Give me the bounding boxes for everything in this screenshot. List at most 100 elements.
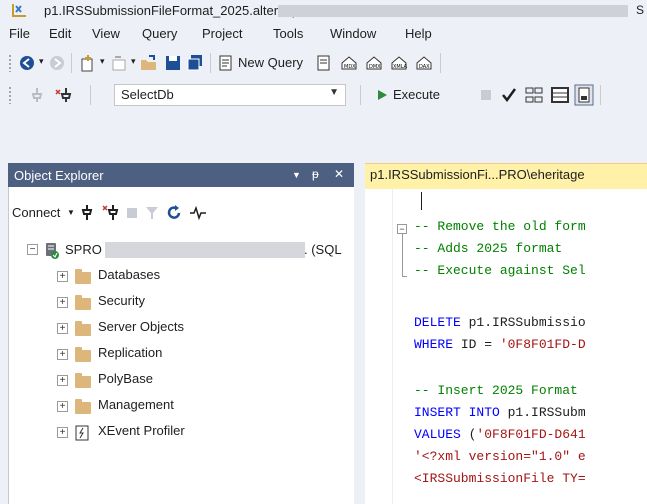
pin-icon[interactable]: ᵽ — [312, 167, 319, 181]
server-name-prefix: SPRO — [65, 242, 102, 257]
code-line: -- Adds 2025 format — [414, 241, 563, 256]
collapse-icon[interactable]: − — [27, 244, 38, 255]
display-estimated-plan-icon[interactable] — [524, 85, 544, 105]
results-to-grid-icon[interactable] — [550, 85, 570, 105]
object-explorer-title: Object Explorer — [14, 168, 104, 183]
add-item-dropdown-icon[interactable]: ▾ — [131, 56, 136, 67]
new-project-icon[interactable] — [78, 53, 98, 73]
back-dropdown-icon[interactable]: ▾ — [39, 56, 44, 67]
code-line: -- Remove the old form — [414, 219, 586, 234]
chevron-down-icon: ▼ — [329, 87, 339, 98]
code-line: INSERT INTO p1.IRSSubm — [414, 405, 586, 420]
connect-plug-icon[interactable] — [80, 204, 94, 222]
svg-text:XMLA: XMLA — [393, 64, 408, 70]
tree-node-label: Replication — [98, 345, 163, 360]
expand-icon[interactable]: + — [57, 375, 68, 386]
outline-guide-end — [402, 276, 407, 277]
toolbar-grip[interactable] — [8, 54, 12, 72]
execute-icon[interactable] — [376, 89, 388, 101]
outline-collapse-icon[interactable]: − — [397, 224, 407, 234]
open-file-icon[interactable] — [139, 53, 159, 73]
menu-tools[interactable]: Tools — [273, 26, 303, 41]
tree-node-server-objects[interactable]: + Server Objects — [8, 317, 354, 343]
mdx-query-icon[interactable]: MDX — [339, 53, 359, 73]
redacted-server-name — [105, 242, 305, 258]
folder-icon — [75, 373, 91, 388]
connect-icon-disabled[interactable] — [28, 86, 46, 104]
menu-edit[interactable]: Edit — [49, 26, 71, 41]
editor-tab-title: p1.IRSSubmissionFi...PRO\eheritage — [370, 167, 585, 182]
window-position-dropdown-icon[interactable]: ▼ — [292, 170, 301, 180]
code-line: <IRSSubmissionFile TY= — [414, 471, 586, 486]
text-caret — [421, 192, 422, 210]
change-connection-icon[interactable] — [54, 86, 74, 104]
tree-node-security[interactable]: + Security — [8, 291, 354, 317]
save-all-icon[interactable] — [185, 53, 205, 73]
available-databases-select[interactable]: SelectDb ▼ — [114, 84, 346, 106]
code-line: '<?xml version="1.0" e — [414, 449, 586, 464]
tree-node-label: Databases — [98, 267, 161, 282]
dax-query-icon[interactable]: DAX — [414, 53, 434, 73]
xevent-profiler-icon — [75, 425, 89, 441]
disconnect-icon[interactable] — [102, 204, 120, 222]
folder-icon — [75, 295, 91, 310]
connect-button[interactable]: Connect — [12, 205, 60, 220]
tree-node-server[interactable]: − SPRO . (SQL — [8, 239, 354, 265]
execute-button[interactable]: Execute — [393, 87, 440, 102]
expand-icon[interactable]: + — [57, 271, 68, 282]
refresh-icon[interactable] — [166, 204, 182, 222]
folder-icon — [75, 399, 91, 414]
new-project-dropdown-icon[interactable]: ▾ — [100, 56, 105, 67]
expand-icon[interactable]: + — [57, 427, 68, 438]
database-engine-query-icon[interactable] — [314, 53, 334, 73]
menu-project[interactable]: Project — [202, 26, 242, 41]
stop-icon-disabled[interactable] — [126, 207, 138, 219]
code-line: VALUES ('0F8F01FD-D641 — [414, 427, 586, 442]
close-icon[interactable]: ✕ — [334, 167, 344, 181]
tree-node-label: Security — [98, 293, 145, 308]
dmx-query-icon[interactable]: DMX — [364, 53, 384, 73]
object-explorer-header: Object Explorer ▼ ᵽ ✕ — [8, 163, 354, 187]
tree-node-management[interactable]: + Management — [8, 395, 354, 421]
connect-dropdown-icon[interactable]: ▼ — [67, 208, 75, 217]
tree-node-label: Management — [98, 397, 174, 412]
tree-node-label: PolyBase — [98, 371, 153, 386]
object-explorer-toolbar: Connect ▼ — [8, 200, 354, 226]
toolbar-separator — [90, 85, 91, 105]
editor-tab-active[interactable]: p1.IRSSubmissionFi...PRO\eheritage — [365, 163, 647, 185]
back-icon[interactable] — [18, 54, 36, 72]
parse-checkmark-icon[interactable] — [500, 86, 518, 104]
toolbar-grip[interactable] — [8, 86, 12, 104]
toolbar-separator — [600, 85, 601, 105]
activity-monitor-icon[interactable] — [189, 205, 207, 221]
menu-help[interactable]: Help — [405, 26, 432, 41]
server-name-suffix: . (SQL — [304, 242, 342, 257]
results-to-text-icon[interactable] — [574, 84, 594, 106]
toolbar-separator — [440, 53, 441, 73]
filter-icon-disabled[interactable] — [145, 205, 159, 221]
menu-file[interactable]: File — [9, 26, 30, 41]
xmla-query-icon[interactable]: XMLA — [389, 53, 409, 73]
expand-icon[interactable]: + — [57, 401, 68, 412]
forward-icon[interactable] — [48, 54, 66, 72]
tree-node-databases[interactable]: + Databases — [8, 265, 354, 291]
add-item-icon[interactable] — [109, 53, 129, 73]
menu-view[interactable]: View — [92, 26, 120, 41]
ssms-app-icon — [12, 4, 26, 17]
tree-node-replication[interactable]: + Replication — [8, 343, 354, 369]
toolbar-separator — [71, 53, 72, 73]
expand-icon[interactable]: + — [57, 349, 68, 360]
new-query-icon[interactable] — [216, 53, 236, 73]
tree-node-xevent-profiler[interactable]: + XEvent Profiler — [8, 421, 354, 447]
expand-icon[interactable]: + — [57, 297, 68, 308]
cancel-query-icon-disabled[interactable] — [480, 89, 492, 101]
menu-query[interactable]: Query — [142, 26, 177, 41]
expand-icon[interactable]: + — [57, 323, 68, 334]
new-query-button[interactable]: New Query — [238, 55, 303, 70]
tree-node-polybase[interactable]: + PolyBase — [8, 369, 354, 395]
window-title-edge: S — [636, 3, 645, 17]
svg-text:MDX: MDX — [344, 64, 356, 70]
save-icon[interactable] — [163, 53, 183, 73]
menu-window[interactable]: Window — [330, 26, 376, 41]
available-databases-value: SelectDb — [121, 87, 174, 102]
